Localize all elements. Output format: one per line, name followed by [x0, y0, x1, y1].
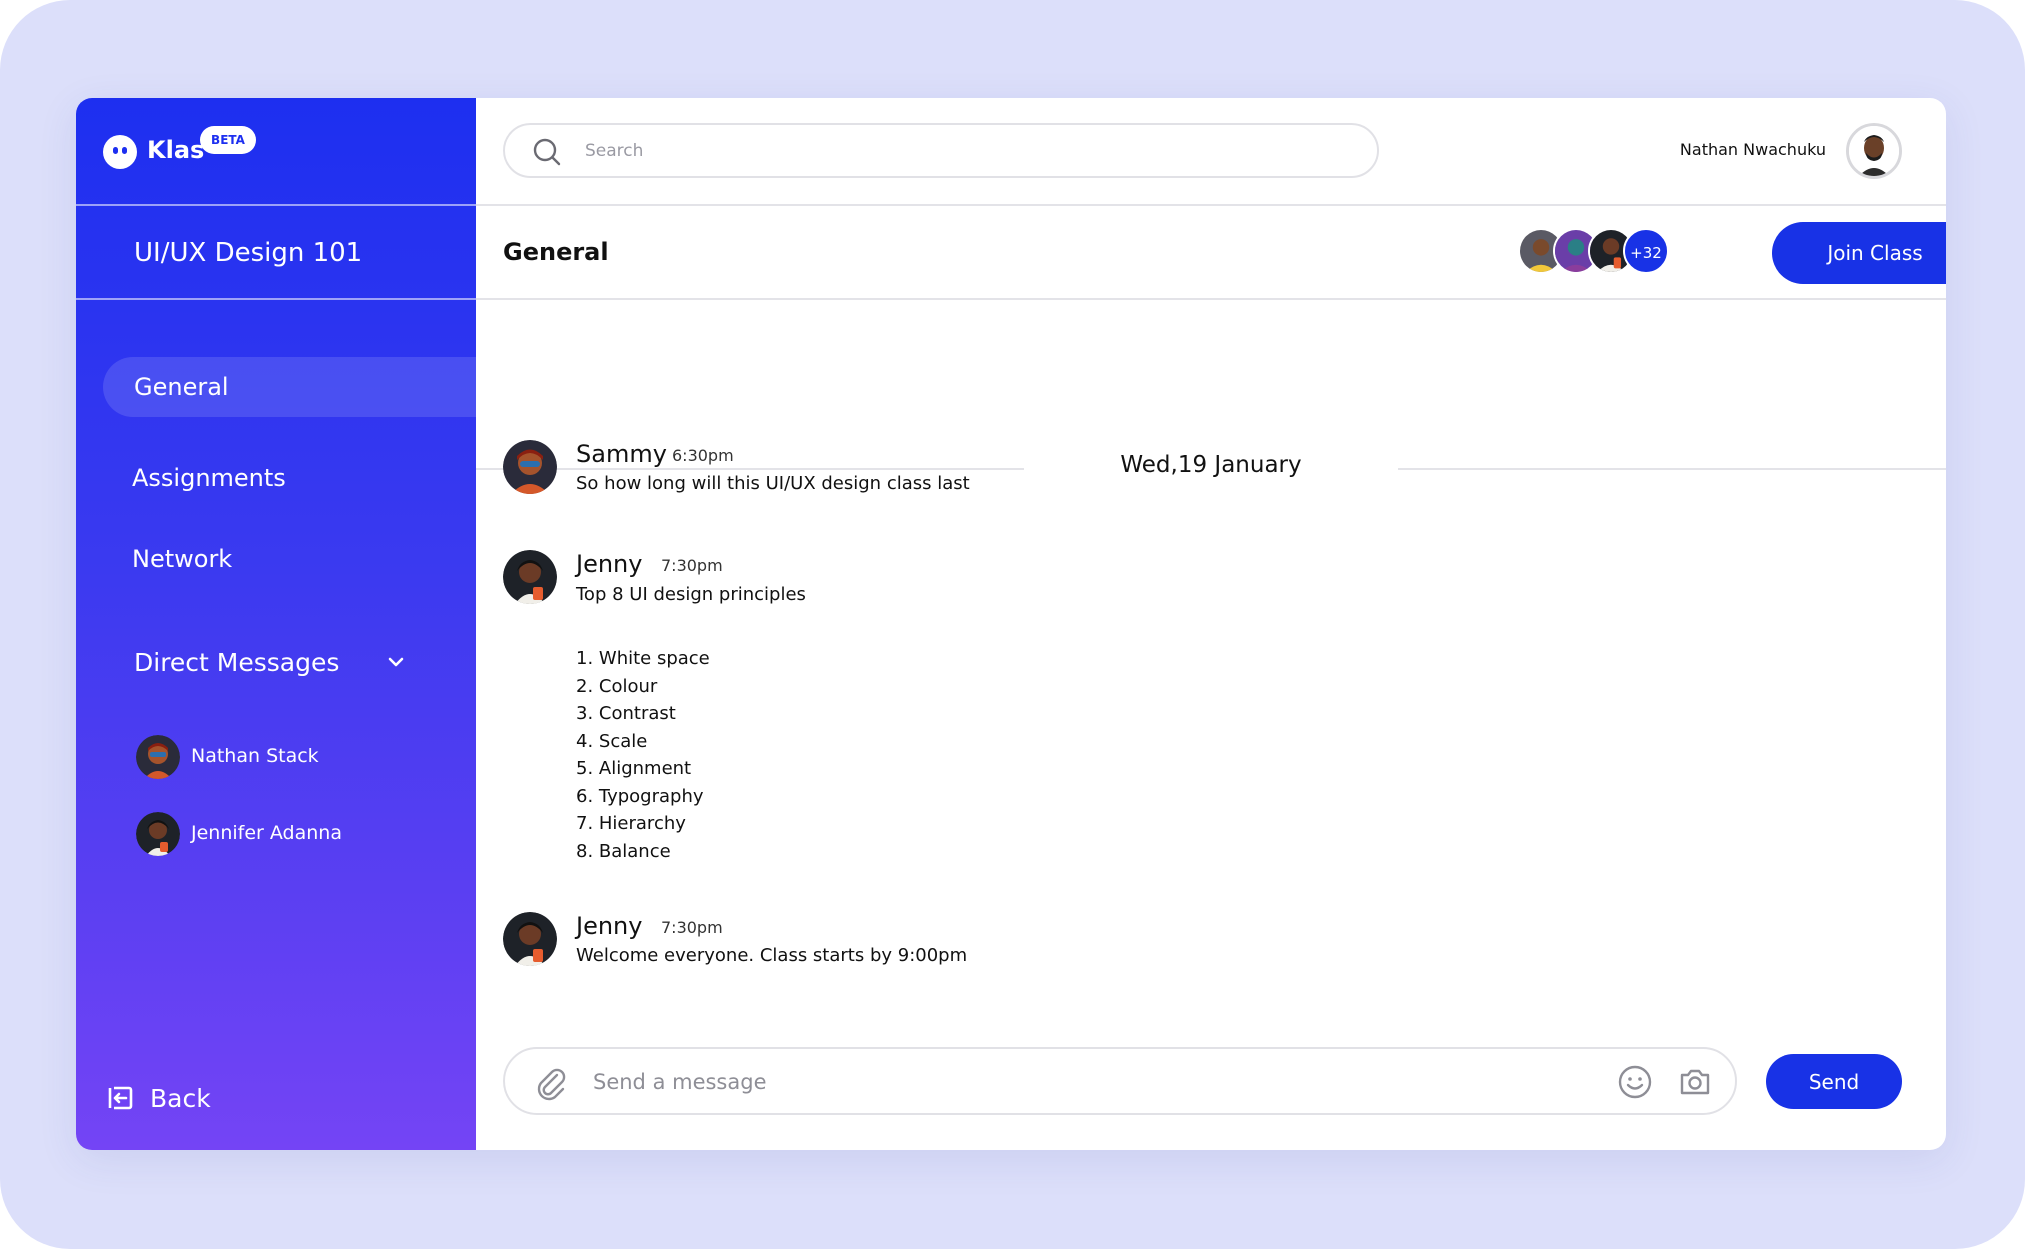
- back-label: Back: [150, 1084, 211, 1113]
- page-frame: Klas BETA UI/UX Design 101 General Assig…: [0, 0, 2025, 1249]
- course-title[interactable]: UI/UX Design 101: [134, 238, 362, 268]
- avatar[interactable]: [503, 912, 557, 966]
- list-item: 5. Alignment: [576, 758, 692, 779]
- message-time: 7:30pm: [661, 918, 723, 937]
- message-author: Sammy: [576, 440, 667, 468]
- list-item: 1. White space: [576, 648, 710, 669]
- search-bar: [503, 123, 1379, 178]
- chat-message: Sammy 6:30pm So how long will this UI/UX…: [503, 440, 1703, 510]
- top-bar: Nathan Nwachuku: [476, 98, 1946, 206]
- dm-name: Nathan Stack: [191, 745, 319, 767]
- chat-message: Jenny 7:30pm Welcome everyone. Class sta…: [503, 912, 1703, 982]
- brand-header: Klas BETA: [76, 98, 476, 206]
- message-time: 7:30pm: [661, 556, 723, 575]
- message-time: 6:30pm: [672, 446, 734, 465]
- beta-badge: BETA: [200, 126, 256, 154]
- chevron-down-icon: [388, 657, 404, 667]
- list-item: 8. Balance: [576, 840, 671, 862]
- member-avatars[interactable]: +32: [1518, 228, 1678, 276]
- sidebar-item-assignments[interactable]: Assignments: [132, 464, 286, 492]
- message-author: Jenny: [576, 550, 643, 578]
- user-avatar[interactable]: [1846, 123, 1902, 179]
- app-window: Klas BETA UI/UX Design 101 General Assig…: [76, 98, 1946, 1150]
- avatar[interactable]: [503, 440, 557, 494]
- sidebar: Klas BETA UI/UX Design 101 General Assig…: [76, 98, 476, 1150]
- message-text: Welcome everyone. Class starts by 9:00pm: [576, 945, 968, 966]
- message-text: So how long will this UI/UX design class…: [576, 473, 970, 494]
- avatar[interactable]: [503, 550, 557, 604]
- avatar: [136, 735, 180, 779]
- message-composer: [503, 1047, 1737, 1115]
- chat-message: Jenny 7:30pm Top 8 UI design principles …: [503, 550, 1703, 870]
- channel-title: General: [503, 238, 609, 266]
- channel-header: General +32 Join Class: [476, 208, 1946, 300]
- list-item: 4. Scale: [576, 730, 648, 752]
- camera-icon[interactable]: [1677, 1064, 1713, 1100]
- dm-name: Jennifer Adanna: [191, 822, 342, 844]
- paperclip-icon[interactable]: [533, 1065, 569, 1101]
- direct-messages-toggle[interactable]: Direct Messages: [134, 648, 404, 680]
- back-button[interactable]: Back: [106, 1082, 226, 1116]
- message-text: Top 8 UI design principles: [576, 584, 806, 605]
- sidebar-item-label: General: [134, 373, 229, 401]
- search-icon: [533, 138, 561, 166]
- exit-icon: [108, 1086, 133, 1110]
- list-item: 3. Contrast: [576, 703, 676, 724]
- direct-messages-label: Direct Messages: [134, 648, 340, 677]
- message-input[interactable]: [593, 1065, 1573, 1099]
- member-count-badge: +32: [1623, 228, 1669, 274]
- send-button[interactable]: Send: [1766, 1054, 1902, 1109]
- avatar: [1849, 126, 1899, 176]
- list-item: 7. Hierarchy: [576, 813, 686, 834]
- app-name: Klas: [147, 136, 205, 164]
- dm-item-nathan-stack[interactable]: Nathan Stack: [136, 735, 436, 781]
- list-item: 2. Colour: [576, 675, 658, 697]
- sidebar-item-general[interactable]: General: [103, 357, 476, 417]
- join-class-button[interactable]: Join Class: [1772, 222, 1946, 284]
- dm-item-jennifer-adanna[interactable]: Jennifer Adanna: [136, 812, 436, 858]
- message-author: Jenny: [576, 912, 643, 940]
- list-item: 6. Typography: [576, 785, 704, 807]
- logo-icon: [103, 135, 137, 169]
- user-name: Nathan Nwachuku: [1679, 140, 1826, 159]
- sidebar-item-network[interactable]: Network: [132, 545, 232, 573]
- search-input[interactable]: [585, 135, 1345, 167]
- emoji-icon[interactable]: [1617, 1064, 1653, 1100]
- course-header: UI/UX Design 101: [76, 208, 476, 300]
- avatar: [136, 812, 180, 856]
- message-list: 1. White space 2. Colour 3. Contrast 4. …: [576, 645, 710, 865]
